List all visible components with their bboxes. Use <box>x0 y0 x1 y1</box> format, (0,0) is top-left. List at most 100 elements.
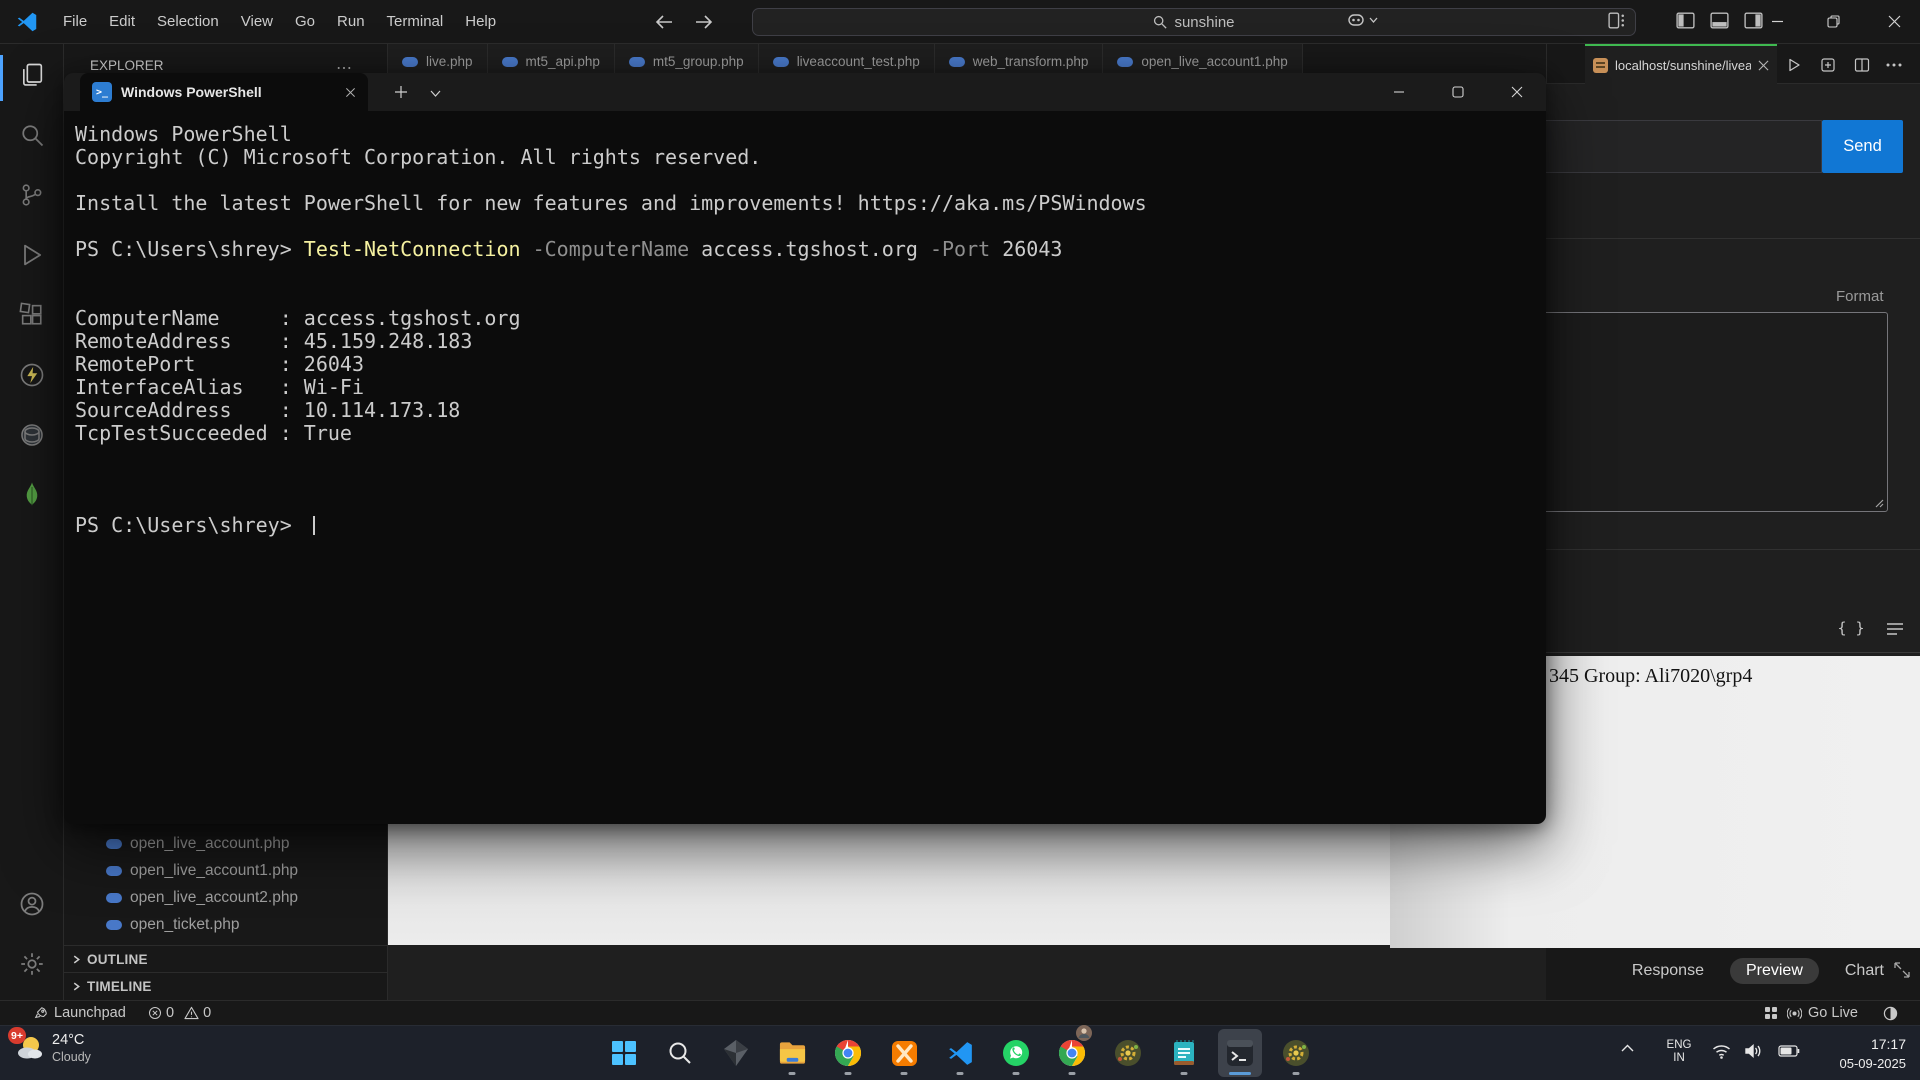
menu-help[interactable]: Help <box>454 7 507 37</box>
thunder-client-icon[interactable] <box>18 361 46 389</box>
run-file-icon[interactable] <box>1781 52 1807 78</box>
active-indicator <box>1229 1072 1251 1075</box>
format-json-icon[interactable]: { } <box>1836 615 1866 641</box>
format-label[interactable]: Format <box>1836 288 1884 305</box>
terminal-close-button[interactable] <box>1492 73 1542 111</box>
running-indicator <box>1293 1072 1300 1075</box>
menu-go[interactable]: Go <box>284 7 326 37</box>
account-icon[interactable] <box>18 890 46 918</box>
terminal-titlebar[interactable]: >_ Windows PowerShell <box>64 73 1546 111</box>
close-icon[interactable] <box>1758 60 1769 71</box>
command-center-search[interactable]: sunshine <box>752 8 1636 36</box>
resize-handle-icon[interactable] <box>1872 496 1884 508</box>
close-tab-icon[interactable] <box>345 87 356 98</box>
vscode-button[interactable] <box>938 1029 982 1077</box>
terminal-prompt: PS C:\Users\shrey> <box>75 514 1538 537</box>
xampp-button[interactable] <box>882 1029 926 1077</box>
tab-label: mt5_group.php <box>653 54 744 69</box>
tab-response[interactable]: Response <box>1632 962 1704 980</box>
battery-icon[interactable] <box>1778 1045 1800 1057</box>
start-button[interactable] <box>602 1029 646 1077</box>
search-value: sunshine <box>1174 14 1234 31</box>
menu-terminal[interactable]: Terminal <box>376 7 455 37</box>
send-button[interactable]: Send <box>1822 120 1903 173</box>
wifi-icon[interactable] <box>1712 1044 1731 1059</box>
menu-edit[interactable]: Edit <box>98 7 146 37</box>
more-actions-icon[interactable] <box>1881 52 1907 78</box>
file-open-live-account[interactable]: open_live_account.php <box>64 830 388 857</box>
window-minimize-button[interactable] <box>1754 0 1800 43</box>
menu-file[interactable]: File <box>52 7 98 37</box>
whatsapp-button[interactable] <box>994 1029 1038 1077</box>
terminal-taskbar-button[interactable] <box>1218 1029 1262 1077</box>
launchpad-button[interactable]: Launchpad <box>34 1001 126 1025</box>
expand-icon[interactable] <box>1892 960 1912 980</box>
powershell-window[interactable]: >_ Windows PowerShell Windows PowerShell… <box>64 73 1546 824</box>
terminal-tab[interactable]: >_ Windows PowerShell <box>80 73 368 111</box>
mongodb-icon[interactable] <box>18 480 46 508</box>
active-view-indicator <box>0 55 3 101</box>
tray-chevron-up-icon[interactable] <box>1621 1044 1634 1052</box>
explorer-icon[interactable] <box>18 61 46 89</box>
tab-dropdown-icon[interactable] <box>430 90 441 97</box>
database-extension-icon[interactable] <box>18 421 46 449</box>
settings-gear-icon[interactable] <box>18 950 46 978</box>
desktop: File Edit Selection View Go Run Terminal… <box>0 0 1920 1080</box>
back-arrow-icon[interactable] <box>648 8 680 36</box>
search-sidebar-icon[interactable] <box>18 121 46 149</box>
preview-tab-favicon <box>1593 58 1608 73</box>
tab-localhost-preview[interactable]: localhost/sunshine/liveac.. <box>1585 44 1777 84</box>
volume-icon[interactable] <box>1744 1043 1762 1059</box>
new-tab-icon[interactable] <box>394 85 408 99</box>
raw-list-icon[interactable] <box>1882 616 1908 642</box>
crystal-app-icon <box>722 1039 750 1067</box>
toggle-primary-sidebar-icon[interactable] <box>1675 10 1696 31</box>
menu-view[interactable]: View <box>230 7 284 37</box>
copilot-icon <box>1346 10 1366 30</box>
weather-widget[interactable]: 9+ 24°C Cloudy <box>14 1031 91 1065</box>
timeline-section[interactable]: TIMELINE <box>64 972 388 999</box>
go-live-button[interactable]: Go Live <box>1787 1001 1858 1025</box>
tab-label: mt5_api.php <box>526 54 600 69</box>
tab-preview[interactable]: Preview <box>1730 958 1819 984</box>
terminal-output[interactable]: Windows PowerShell Copyright (C) Microso… <box>75 111 1538 816</box>
menu-selection[interactable]: Selection <box>146 7 230 37</box>
language-line2: IN <box>1660 1052 1698 1065</box>
taskbar-search-button[interactable] <box>658 1029 702 1077</box>
vscode-statusbar: Launchpad 0 0 Go Live <box>0 1000 1920 1025</box>
app-gear-2[interactable] <box>1274 1029 1318 1077</box>
divider <box>1546 652 1920 653</box>
chrome-button[interactable] <box>826 1029 870 1077</box>
split-editor-icon[interactable] <box>1849 52 1875 78</box>
open-changes-icon[interactable] <box>1815 52 1841 78</box>
source-control-icon[interactable] <box>18 181 46 209</box>
notepad-button[interactable] <box>1162 1029 1206 1077</box>
status-circle-icon[interactable] <box>1883 1001 1898 1025</box>
terminal-maximize-button[interactable] <box>1433 73 1483 111</box>
language-indicator[interactable]: ENG IN <box>1660 1039 1698 1065</box>
window-restore-button[interactable] <box>1810 0 1856 43</box>
terminal-minimize-button[interactable] <box>1374 73 1424 111</box>
status-grid-icon[interactable] <box>1764 1001 1778 1025</box>
run-debug-icon[interactable] <box>18 241 46 269</box>
menu-run[interactable]: Run <box>326 7 376 37</box>
tray-clock[interactable]: 17:17 05-09-2025 <box>1840 1035 1907 1073</box>
toggle-panel-icon[interactable] <box>1709 10 1730 31</box>
outline-section[interactable]: OUTLINE <box>64 945 388 972</box>
file-open-ticket[interactable]: open_ticket.php <box>64 911 388 938</box>
chrome-profile-button[interactable] <box>1050 1029 1094 1077</box>
tab-chart[interactable]: Chart <box>1845 962 1884 980</box>
app-gear-1[interactable] <box>1106 1029 1150 1077</box>
app-crystal[interactable] <box>714 1029 758 1077</box>
file-open-live-account1[interactable]: open_live_account1.php <box>64 857 388 884</box>
file-open-live-account2[interactable]: open_live_account2.php <box>64 884 388 911</box>
window-close-button[interactable] <box>1869 0 1920 43</box>
tab-label: localhost/sunshine/liveac.. <box>1615 58 1751 73</box>
problems-button[interactable]: 0 0 <box>148 1001 211 1025</box>
file-explorer-button[interactable] <box>770 1029 814 1077</box>
customize-layout-icon[interactable] <box>1607 10 1628 31</box>
copilot-button[interactable] <box>1346 10 1378 30</box>
forward-arrow-icon[interactable] <box>688 8 720 36</box>
go-live-label: Go Live <box>1808 1005 1858 1021</box>
extensions-icon[interactable] <box>18 301 46 329</box>
